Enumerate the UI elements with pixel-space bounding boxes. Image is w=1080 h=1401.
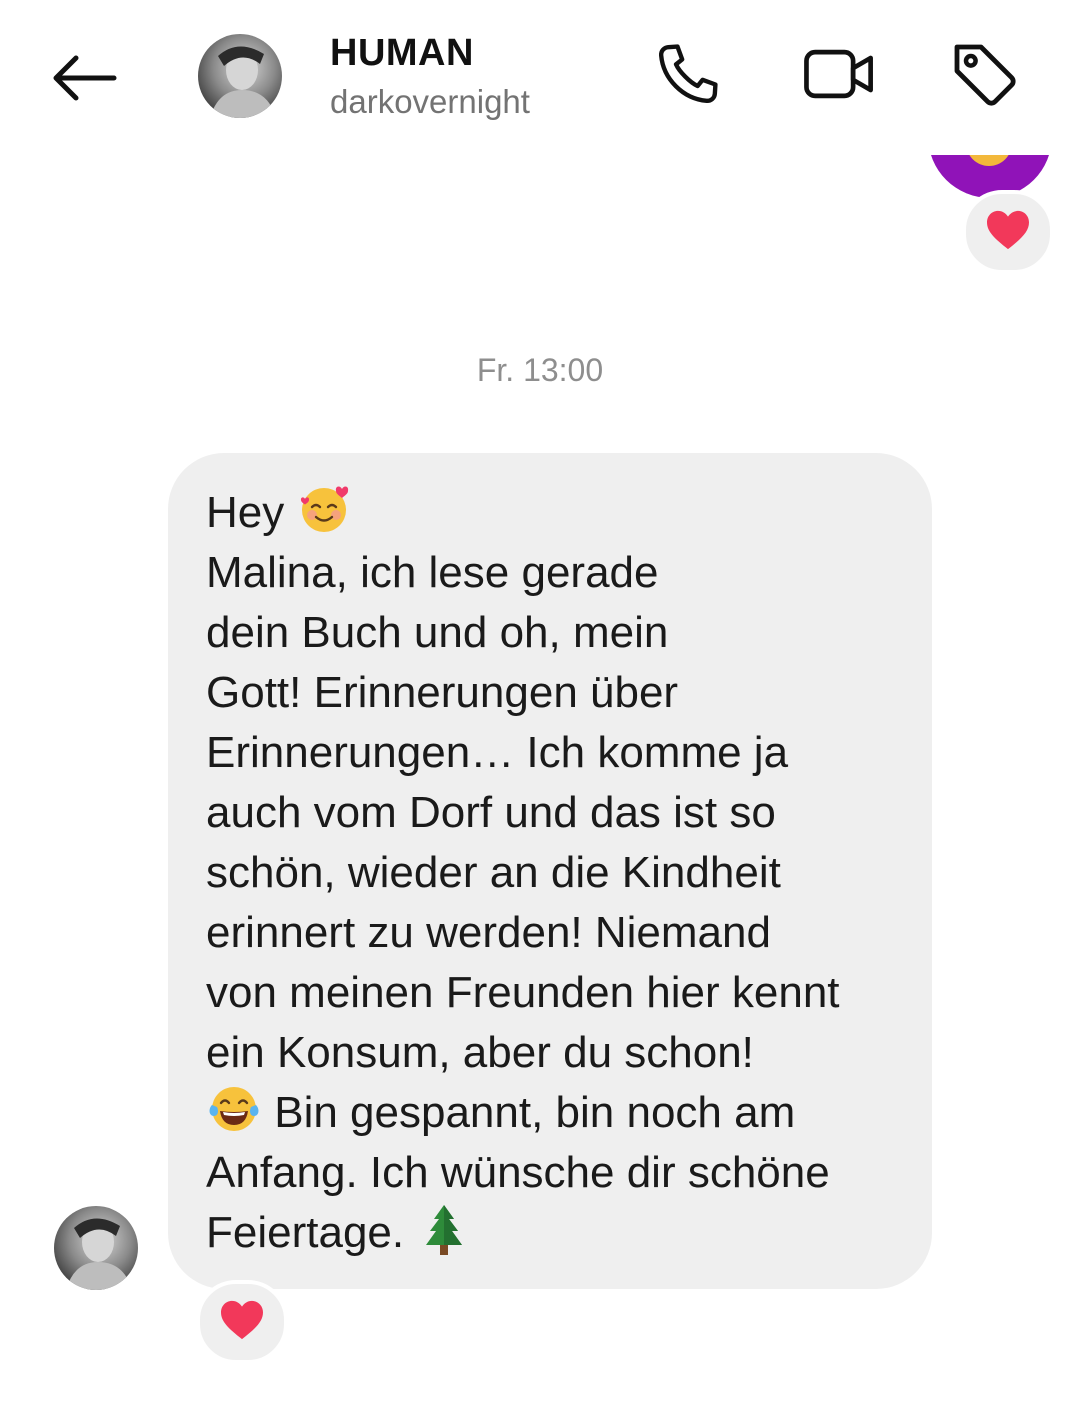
message-line: Gott! Erinnerungen über (206, 668, 679, 717)
arrow-left-icon (48, 53, 120, 108)
message-line: Erinnerungen… Ich komme ja (206, 728, 789, 777)
contact-username: darkovernight (330, 83, 530, 120)
phone-call-button[interactable] (648, 36, 728, 116)
back-button[interactable] (44, 40, 124, 120)
chat-header: HUMAN darkovernight (0, 0, 1080, 155)
received-message-reaction[interactable] (196, 1280, 288, 1364)
evergreen-tree-icon (418, 1203, 470, 1255)
message-line: dein Buch und oh, mein (206, 608, 669, 657)
message-line: auch vom Dorf und das ist so (206, 788, 776, 837)
contact-avatar[interactable] (198, 34, 282, 118)
contact-name: HUMAN (330, 32, 474, 74)
tag-icon (948, 38, 1020, 115)
tag-button[interactable] (944, 36, 1024, 116)
received-message-bubble[interactable]: Hey Malina, ich lese gerade dein Buch un… (168, 453, 932, 1289)
smiling-face-with-hearts-icon (298, 483, 350, 535)
phone-icon (653, 39, 723, 114)
heart-icon (219, 1299, 265, 1346)
video-camera-icon (802, 39, 878, 114)
sender-avatar[interactable] (54, 1206, 138, 1290)
message-line: Hey (206, 483, 902, 543)
message-line: Malina, ich lese gerade (206, 548, 659, 597)
heart-icon (985, 209, 1031, 256)
contact-title-block[interactable]: HUMAN darkovernight (330, 30, 530, 124)
video-call-button[interactable] (800, 36, 880, 116)
message-line: Bin gespannt, bin noch am (206, 1083, 902, 1143)
sent-message-reaction[interactable] (962, 190, 1054, 274)
message-line: schön, wieder an die Kindheit (206, 848, 781, 897)
message-line: ein Konsum, aber du schon! (206, 1028, 754, 1077)
message-line: Feiertage. (206, 1203, 902, 1263)
message-timestamp: Fr. 13:00 (476, 352, 604, 388)
message-line: erinnert zu werden! Niemand (206, 908, 771, 957)
message-line: Anfang. Ich wünsche dir schöne (206, 1148, 830, 1197)
message-line: von meinen Freunden hier kennt (206, 968, 840, 1017)
face-with-tears-of-joy-icon (208, 1083, 260, 1135)
